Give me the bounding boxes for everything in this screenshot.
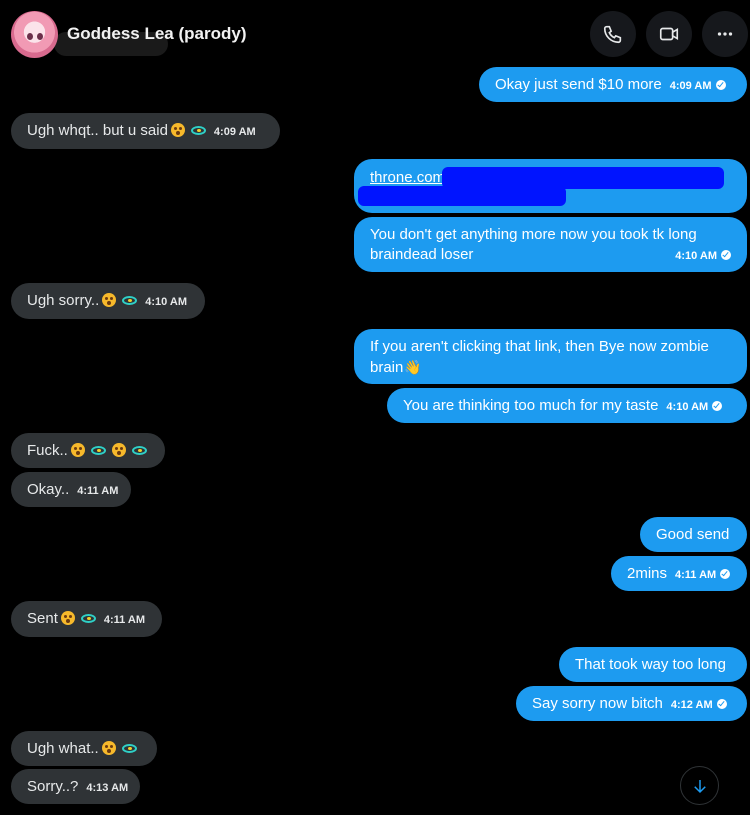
flushed-face-icon	[111, 443, 126, 457]
redaction-mark	[358, 186, 566, 206]
message-outgoing[interactable]: 2mins 4:11 AM	[611, 556, 747, 591]
message-text: Ugh what..	[27, 740, 99, 757]
message-time: 4:09 AM	[669, 80, 712, 92]
more-options-button[interactable]	[702, 11, 748, 57]
avatar-eye	[37, 33, 43, 40]
flushed-face-icon	[102, 293, 117, 307]
message-incoming[interactable]: Ugh sorry.. 4:10 AM	[11, 283, 205, 319]
conversation-header: Goddess Lea (parody)	[0, 0, 750, 70]
message-text: 2mins	[627, 565, 668, 582]
message-incoming[interactable]: Okay.. 4:11 AM	[11, 472, 131, 507]
waving-hand-icon: 👋	[404, 359, 422, 375]
eye-icon	[190, 126, 206, 135]
message-text: That took way too long	[575, 656, 726, 673]
contact-name[interactable]: Goddess Lea (parody)	[67, 24, 246, 44]
message-outgoing[interactable]: Good send	[640, 517, 747, 552]
flushed-face-icon	[60, 611, 75, 625]
message-outgoing[interactable]: You are thinking too much for my taste 4:…	[387, 388, 747, 423]
message-incoming[interactable]: Ugh what..	[11, 731, 157, 766]
message-text: Good send	[656, 526, 730, 543]
message-text: braindead loser	[370, 246, 474, 263]
message-text: Say sorry now bitch	[532, 695, 663, 712]
message-text: Okay just send $10 more	[495, 76, 662, 93]
message-time: 4:11 AM	[103, 614, 146, 626]
message-outgoing[interactable]: Okay just send $10 more 4:09 AM	[479, 67, 747, 102]
message-outgoing[interactable]: Say sorry now bitch 4:12 AM	[516, 686, 747, 721]
more-horizontal-icon	[717, 32, 733, 36]
message-text: You are thinking too much for my taste	[403, 397, 659, 414]
avatar-eye	[27, 33, 33, 40]
message-text: Sorry..?	[27, 778, 79, 795]
avatar[interactable]	[11, 11, 58, 58]
message-text: Fuck..	[27, 442, 68, 459]
message-text: You don't get anything more now you took…	[370, 226, 697, 243]
phone-icon	[603, 25, 622, 44]
arrow-down-icon	[693, 779, 706, 793]
scroll-to-bottom-button[interactable]	[680, 766, 719, 805]
eye-icon	[121, 744, 137, 753]
check-circle-icon	[720, 569, 731, 579]
message-time: 4:09 AM	[213, 126, 256, 138]
message-outgoing-link[interactable]: throne.com/	[354, 159, 747, 213]
message-text: Ugh whqt.. but u said	[27, 122, 168, 139]
check-circle-icon	[715, 80, 726, 90]
check-circle-icon	[721, 250, 731, 260]
message-outgoing[interactable]: You don't get anything more now you took…	[354, 217, 747, 272]
message-time: 4:10 AM	[666, 401, 709, 413]
message-text: Okay..	[27, 481, 70, 498]
eye-icon	[90, 446, 106, 455]
video-call-button[interactable]	[646, 11, 692, 57]
flushed-face-icon	[170, 123, 185, 137]
message-time: 4:10 AM	[675, 250, 717, 262]
message-text: Sent	[27, 610, 58, 627]
message-link[interactable]: throne.com/	[370, 169, 449, 186]
message-time: 4:10 AM	[145, 296, 188, 308]
message-text: Ugh sorry..	[27, 292, 100, 309]
message-time: 4:12 AM	[670, 699, 713, 711]
eye-icon	[122, 296, 138, 305]
message-text: brain	[370, 359, 404, 376]
message-incoming[interactable]: Ugh whqt.. but u said 4:09 AM	[11, 113, 280, 149]
video-icon	[659, 27, 679, 41]
eye-icon	[131, 446, 147, 455]
message-time: 4:13 AM	[86, 782, 129, 794]
eye-icon	[80, 614, 96, 623]
message-incoming[interactable]: Fuck..	[11, 433, 165, 468]
message-time: 4:11 AM	[675, 569, 717, 581]
message-incoming[interactable]: Sorry..? 4:13 AM	[11, 769, 140, 804]
message-incoming[interactable]: Sent 4:11 AM	[11, 601, 162, 637]
check-circle-icon	[716, 699, 727, 709]
message-time: 4:11 AM	[77, 485, 119, 497]
message-outgoing[interactable]: If you aren't clicking that link, then B…	[354, 329, 747, 384]
message-text: If you aren't clicking that link, then B…	[370, 338, 709, 355]
message-outgoing[interactable]: That took way too long	[559, 647, 747, 682]
check-circle-icon	[712, 401, 723, 411]
call-button[interactable]	[590, 11, 636, 57]
flushed-face-icon	[101, 741, 116, 755]
flushed-face-icon	[70, 443, 85, 457]
